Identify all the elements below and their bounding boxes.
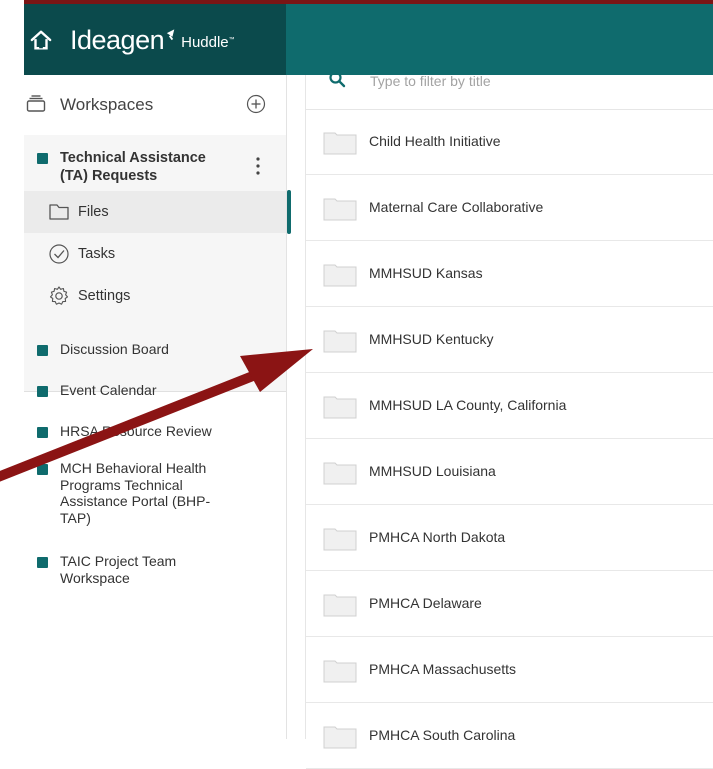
folder-name: PMHCA Massachusetts [369, 661, 517, 677]
folder-name: MMHSUD Louisiana [369, 463, 496, 479]
ideagen-huddle-logo[interactable]: Ideagen Huddle ™ [70, 25, 235, 55]
folder-name: Maternal Care Collaborative [369, 199, 544, 215]
workspace-color-square [37, 427, 48, 438]
logo-spark-icon [166, 28, 175, 40]
frame-left [0, 0, 24, 739]
workspace-color-square [37, 386, 48, 397]
workspace-color-square [37, 557, 48, 568]
workspaces-header: Workspaces [24, 75, 286, 135]
workspace-label: Discussion Board [60, 341, 169, 357]
workspaces-stack-icon [26, 95, 46, 112]
folder-name: PMHCA Delaware [369, 595, 482, 611]
sidebar-item-settings[interactable]: Settings [24, 275, 286, 317]
folder-name: MMHSUD LA County, California [369, 397, 567, 413]
filter-bar [306, 65, 713, 110]
workspace-color-square [37, 153, 48, 164]
folder-icon [49, 204, 69, 220]
workspace-item-bhp-tap[interactable]: MCH Behavioral Health Programs Technical… [24, 460, 286, 530]
search-icon [329, 71, 346, 88]
workspace-item-event-calendar[interactable]: Event Calendar [24, 382, 286, 402]
workspace-color-square [37, 464, 48, 475]
folder-icon [323, 330, 357, 353]
folder-row[interactable]: PMHCA North Dakota [306, 505, 713, 571]
sidebar-scrollbar[interactable] [287, 75, 305, 739]
folder-row[interactable]: PMHCA South Carolina [306, 703, 713, 769]
folder-name: MMHSUD Kentucky [369, 331, 494, 347]
logo-text: Ideagen [70, 24, 165, 55]
workspace-label: Event Calendar [60, 382, 157, 398]
workspaces-label: Workspaces [60, 95, 154, 114]
folder-icon [323, 660, 357, 683]
check-circle-icon [49, 244, 69, 264]
folder-name: MMHSUD Kansas [369, 265, 483, 281]
folder-icon [323, 264, 357, 287]
folder-icon [323, 396, 357, 419]
workspace-label: HRSA Resource Review [60, 423, 212, 439]
filter-input[interactable] [368, 71, 692, 91]
logo-subtext: Huddle [181, 33, 229, 51]
workspace-item-hrsa-resource-review[interactable]: HRSA Resource Review [24, 423, 286, 443]
folder-row[interactable]: MMHSUD Kansas [306, 241, 713, 307]
folder-row[interactable]: MMHSUD LA County, California [306, 373, 713, 439]
workspace-label: TAIC Project Team Workspace [60, 553, 177, 586]
workspace-item-taic-project-team[interactable]: TAIC Project Team Workspace [24, 553, 286, 589]
folder-row[interactable]: Maternal Care Collaborative [306, 175, 713, 241]
workspace-item-discussion-board[interactable]: Discussion Board [24, 341, 286, 361]
sidebar-item-files[interactable]: Files [24, 191, 286, 233]
active-workspace-title[interactable]: Technical Assistance (TA) Requests [60, 149, 220, 185]
folder-icon [323, 132, 357, 155]
folder-row[interactable]: Child Health Initiative [306, 109, 713, 175]
workspace-label: MCH Behavioral Health Programs Technical… [60, 460, 211, 526]
folder-row[interactable]: PMHCA Delaware [306, 571, 713, 637]
folder-icon [323, 594, 357, 617]
folder-icon [323, 726, 357, 749]
sidebar-item-label: Files [78, 204, 109, 220]
workspace-more-menu-icon[interactable] [255, 155, 261, 177]
logo-trademark: ™ [228, 36, 235, 43]
folder-name: PMHCA South Carolina [369, 727, 516, 743]
folder-row[interactable]: MMHSUD Louisiana [306, 439, 713, 505]
folder-icon [323, 528, 357, 551]
sidebar-item-label: Tasks [78, 246, 116, 262]
gear-icon [49, 286, 69, 305]
home-icon[interactable] [30, 29, 52, 51]
scrollbar-thumb[interactable] [287, 190, 291, 234]
folder-row[interactable]: MMHSUD Kentucky [306, 307, 713, 373]
folder-icon [323, 462, 357, 485]
folder-name: PMHCA North Dakota [369, 529, 506, 545]
sidebar-item-tasks[interactable]: Tasks [24, 233, 286, 275]
sidebar-item-label: Settings [78, 288, 131, 304]
add-workspace-button[interactable] [246, 94, 266, 114]
sidebar: Workspaces Technical Assistance (TA) Req… [24, 75, 287, 739]
files-panel: Child Health Initiative Maternal Care Co… [305, 71, 713, 769]
app-header-brand: Ideagen Huddle ™ [24, 4, 286, 75]
folder-name: Child Health Initiative [369, 133, 501, 149]
folder-icon [323, 198, 357, 221]
workspace-color-square [37, 345, 48, 356]
folder-row[interactable]: PMHCA Massachusetts [306, 637, 713, 703]
